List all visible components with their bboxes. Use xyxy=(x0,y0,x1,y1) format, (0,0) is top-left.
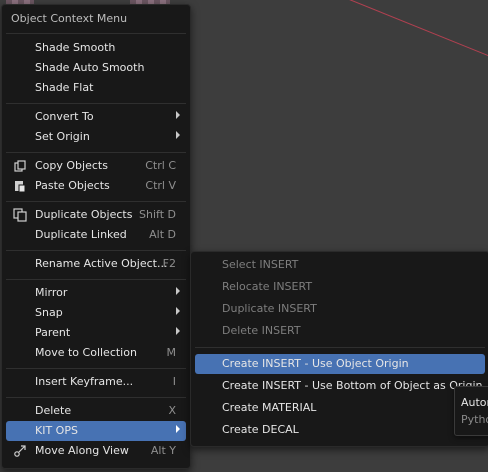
menu-item-delete[interactable]: Delete X xyxy=(6,401,186,421)
submenu-item-relocate-insert[interactable]: Relocate INSERT xyxy=(195,277,485,297)
move-along-view-icon xyxy=(14,445,26,457)
menu-item-label: Convert To xyxy=(35,110,94,123)
menu-item-shortcut: M xyxy=(166,346,177,359)
menu-item-duplicate-objects[interactable]: Duplicate Objects Shift D xyxy=(6,205,186,225)
menu-item-shortcut: I xyxy=(172,375,176,388)
x-axis-line xyxy=(341,0,488,69)
menu-item-label: Mirror xyxy=(35,286,68,299)
menu-item-set-origin[interactable]: Set Origin xyxy=(6,127,186,147)
submenu-arrow-icon xyxy=(176,327,180,335)
menu-item-label: Move to Collection xyxy=(35,346,137,359)
menu-separator xyxy=(6,368,186,369)
menu-item-label: Shade Auto Smooth xyxy=(35,61,145,74)
menu-item-label: Delete xyxy=(35,404,72,417)
menu-item-shortcut: Ctrl C xyxy=(145,159,176,172)
menu-item-label: Duplicate Objects xyxy=(35,208,133,221)
menu-item-label: KIT OPS xyxy=(35,424,78,437)
menu-separator xyxy=(6,279,186,280)
menu-item-label: Copy Objects xyxy=(35,159,108,172)
menu-item-move-along-view[interactable]: Move Along View Alt Y xyxy=(6,441,186,461)
menu-item-label: Set Origin xyxy=(35,130,90,143)
submenu-item-label: Create MATERIAL xyxy=(222,401,317,414)
menu-separator xyxy=(6,152,186,153)
copy-icon xyxy=(14,160,26,172)
menu-item-move-to-collection[interactable]: Move to Collection M xyxy=(6,343,186,363)
submenu-item-create-insert-object-origin[interactable]: Create INSERT - Use Object Origin xyxy=(195,354,485,374)
menu-item-label: Insert Keyframe... xyxy=(35,375,134,388)
menu-item-kit-ops[interactable]: KIT OPS xyxy=(6,421,186,441)
kit-ops-submenu: Select INSERT Relocate INSERT Duplicate … xyxy=(190,251,488,447)
menu-item-label: Shade Smooth xyxy=(35,41,116,54)
menu-item-convert-to[interactable]: Convert To xyxy=(6,107,186,127)
menu-separator xyxy=(6,250,186,251)
menu-item-shortcut: Ctrl V xyxy=(145,179,176,192)
menu-item-parent[interactable]: Parent xyxy=(6,323,186,343)
menu-item-duplicate-linked[interactable]: Duplicate Linked Alt D xyxy=(6,225,186,245)
menu-item-shortcut: Alt Y xyxy=(150,444,176,457)
menu-item-label: Move Along View xyxy=(35,444,129,457)
menu-item-mirror[interactable]: Mirror xyxy=(6,283,186,303)
menu-title: Object Context Menu xyxy=(11,12,128,25)
menu-item-label: Duplicate Linked xyxy=(35,228,127,241)
submenu-item-create-insert-bottom-origin[interactable]: Create INSERT - Use Bottom of Object as … xyxy=(195,376,485,396)
menu-item-label: Snap xyxy=(35,306,63,319)
submenu-item-label: Duplicate INSERT xyxy=(222,302,317,315)
tooltip-python: Pytho xyxy=(461,413,488,426)
menu-separator xyxy=(6,103,186,104)
menu-item-shade-smooth[interactable]: Shade Smooth xyxy=(6,38,186,58)
menu-item-shade-auto-smooth[interactable]: Shade Auto Smooth xyxy=(6,58,186,78)
submenu-item-select-insert[interactable]: Select INSERT xyxy=(195,255,485,275)
menu-item-shortcut: Shift D xyxy=(139,208,176,221)
menu-item-insert-keyframe[interactable]: Insert Keyframe... I xyxy=(6,372,186,392)
submenu-arrow-icon xyxy=(176,131,180,139)
menu-separator xyxy=(6,397,186,398)
submenu-item-label: Delete INSERT xyxy=(222,324,301,337)
submenu-arrow-icon xyxy=(176,307,180,315)
submenu-item-create-decal[interactable]: Create DECAL xyxy=(195,420,485,440)
object-context-menu: Object Context Menu Shade Smooth Shade A… xyxy=(1,4,191,469)
submenu-arrow-icon xyxy=(176,287,180,295)
submenu-item-label: Create INSERT - Use Object Origin xyxy=(222,357,409,370)
menu-item-copy-objects[interactable]: Copy Objects Ctrl C xyxy=(6,156,186,176)
tooltip-title: Autom xyxy=(461,396,488,409)
submenu-item-create-material[interactable]: Create MATERIAL xyxy=(195,398,485,418)
submenu-item-label: Select INSERT xyxy=(222,258,299,271)
menu-item-label: Rename Active Object... xyxy=(35,257,168,270)
submenu-item-label: Create DECAL xyxy=(222,423,299,436)
submenu-item-delete-insert[interactable]: Delete INSERT xyxy=(195,321,485,341)
submenu-item-label: Relocate INSERT xyxy=(222,280,313,293)
menu-item-label: Paste Objects xyxy=(35,179,110,192)
menu-item-shortcut: Alt D xyxy=(149,228,176,241)
menu-item-label: Parent xyxy=(35,326,71,339)
submenu-arrow-icon xyxy=(176,425,180,433)
menu-separator xyxy=(195,347,485,348)
menu-item-snap[interactable]: Snap xyxy=(6,303,186,323)
submenu-item-label: Create INSERT - Use Bottom of Object as … xyxy=(222,379,483,392)
menu-separator xyxy=(6,201,186,202)
menu-item-shortcut: X xyxy=(168,404,176,417)
menu-separator xyxy=(6,33,186,34)
tooltip: Autom Pytho xyxy=(454,386,488,436)
submenu-item-duplicate-insert[interactable]: Duplicate INSERT xyxy=(195,299,485,319)
menu-item-rename-active-object[interactable]: Rename Active Object... F2 xyxy=(6,254,186,274)
duplicate-icon xyxy=(13,208,27,222)
menu-item-shade-flat[interactable]: Shade Flat xyxy=(6,78,186,98)
menu-item-shortcut: F2 xyxy=(162,257,176,270)
menu-item-paste-objects[interactable]: Paste Objects Ctrl V xyxy=(6,176,186,196)
submenu-arrow-icon xyxy=(176,111,180,119)
menu-item-label: Shade Flat xyxy=(35,81,94,94)
paste-icon xyxy=(15,181,26,193)
